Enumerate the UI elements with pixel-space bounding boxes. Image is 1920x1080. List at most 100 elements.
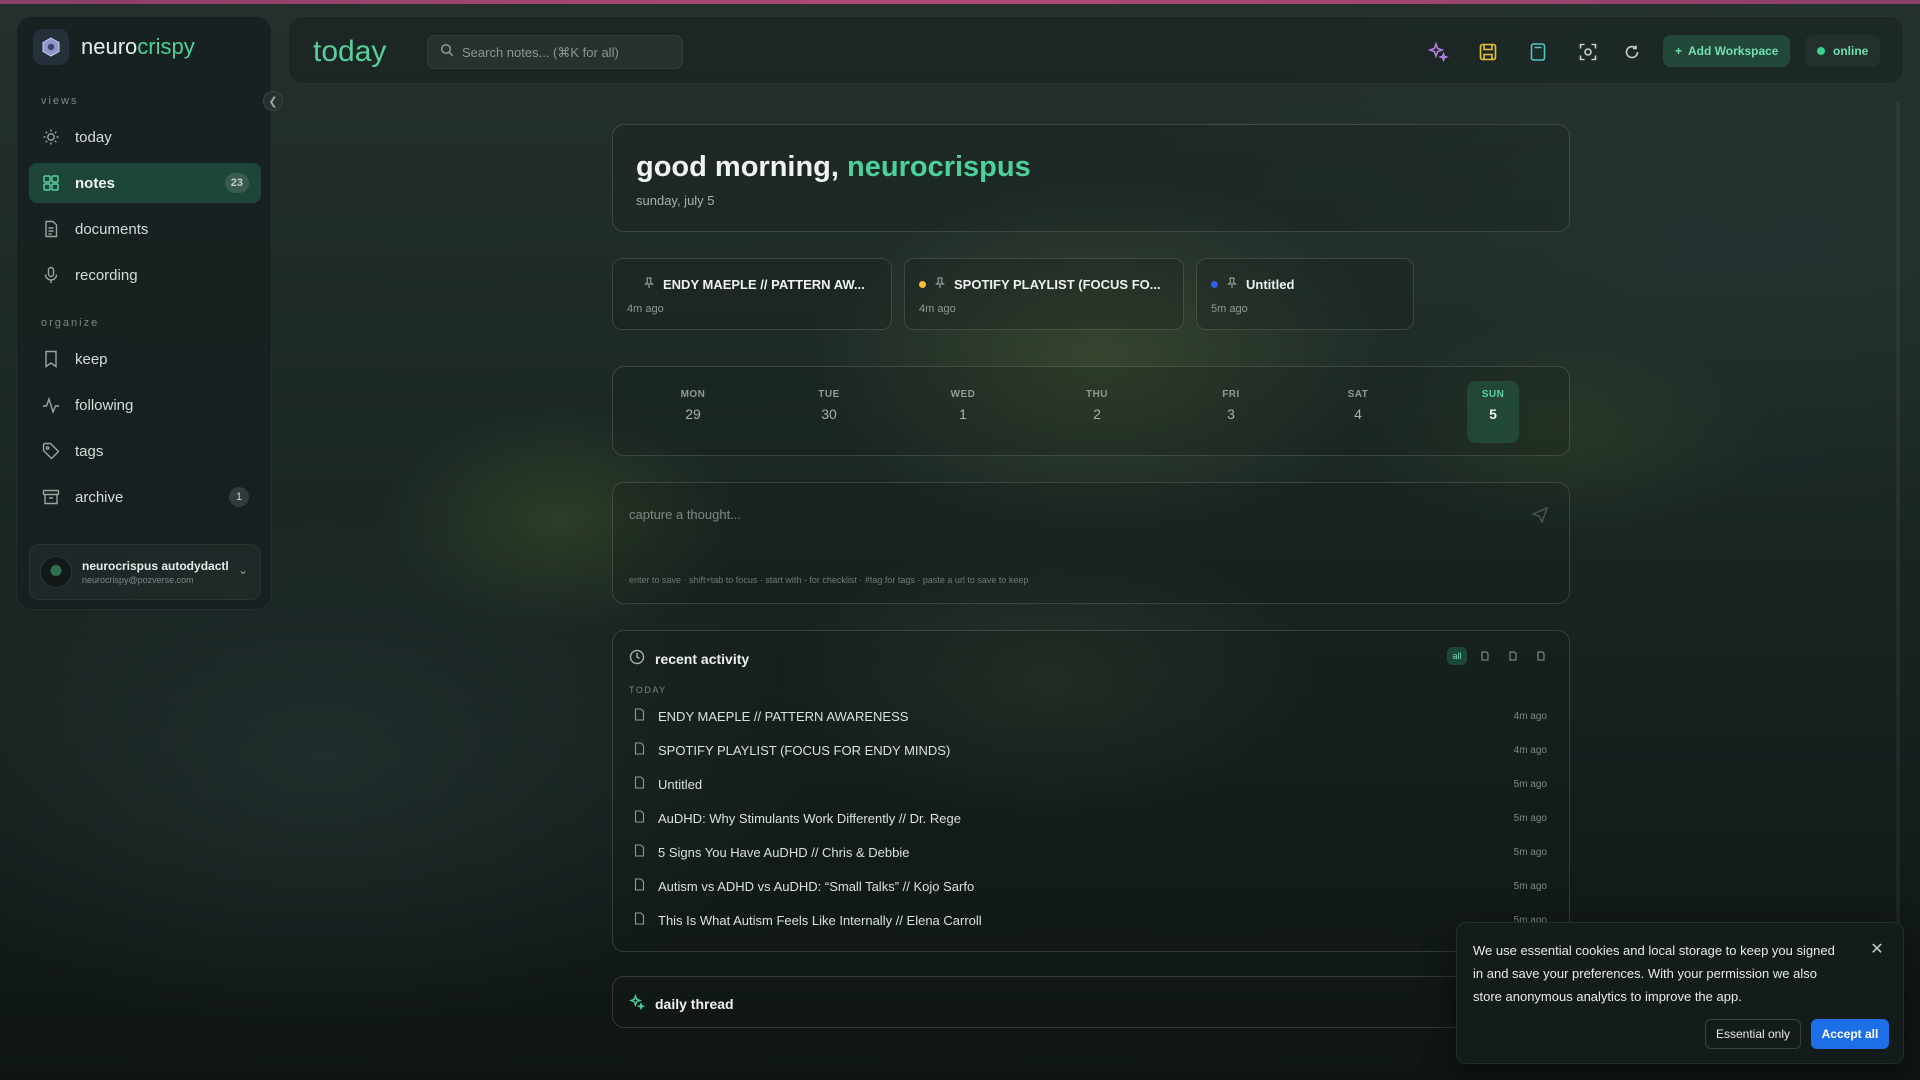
sidebar-item-label: today	[75, 128, 112, 146]
activity-item[interactable]: ENDY MAEPLE // PATTERN AWARENESS 4m ago	[633, 705, 1553, 727]
week-calendar: MON 29 TUE 30 WED 1 THU 2 FRI 3 SAT 4 SUN 5	[612, 366, 1570, 456]
notes-count-badge: 23	[224, 173, 249, 193]
search-icon	[440, 43, 454, 62]
pin-icon	[1226, 277, 1238, 292]
page-scrollbar[interactable]	[1896, 102, 1900, 1062]
status-dot-icon	[1817, 47, 1825, 55]
activity-item[interactable]: Autism vs ADHD vs AuDHD: “Small Talks” /…	[633, 875, 1553, 897]
top-accent-line	[0, 0, 1920, 4]
calculator-icon[interactable]	[1525, 39, 1551, 65]
brand-name: neurocrispy	[81, 34, 195, 59]
save-disk-icon[interactable]	[1475, 39, 1501, 65]
header: today + Add Workspace online	[288, 16, 1904, 84]
daily-thread-title: daily thread	[655, 995, 734, 1012]
day-thu[interactable]: THU 2	[1071, 389, 1123, 422]
plus-icon: +	[1675, 44, 1683, 58]
activity-item-title: SPOTIFY PLAYLIST (FOCUS FOR ENDY MINDS)	[658, 742, 951, 758]
screenshot-icon[interactable]	[1575, 39, 1601, 65]
activity-item-title: 5 Signs You Have AuDHD // Chris & Debbie	[658, 844, 910, 860]
day-tue[interactable]: TUE 30	[803, 389, 855, 422]
pinned-note-title: SPOTIFY PLAYLIST (FOCUS FO...	[954, 277, 1161, 292]
filter-all[interactable]: all	[1447, 647, 1467, 665]
activity-item-time: 4m ago	[1513, 744, 1547, 756]
chevron-down-icon: ⌄	[237, 563, 248, 577]
activity-item-time: 5m ago	[1513, 880, 1547, 892]
chevron-left-icon: ❮	[268, 95, 278, 108]
activity-item-time: 4m ago	[1513, 710, 1547, 722]
day-sun-today[interactable]: SUN 5	[1467, 381, 1519, 443]
filter-notes-icon[interactable]	[1475, 647, 1495, 665]
bookmark-icon	[41, 349, 61, 369]
clock-icon	[629, 649, 645, 668]
activity-item-title: Untitled	[658, 776, 703, 792]
color-dot-icon	[1211, 281, 1218, 288]
pinned-note-card[interactable]: ENDY MAEPLE // PATTERN AW... 4m ago	[612, 258, 892, 330]
archive-count-badge: 1	[229, 487, 249, 507]
activity-item[interactable]: This Is What Autism Feels Like Internall…	[633, 909, 1553, 931]
essential-only-button[interactable]: Essential only	[1705, 1019, 1801, 1049]
file-icon	[633, 810, 646, 826]
pinned-note-time: 5m ago	[1211, 303, 1248, 315]
sidebar-item-label: keep	[75, 350, 108, 368]
sidebar-item-keep[interactable]: keep	[29, 339, 261, 379]
cookie-message: We use essential cookies and local stora…	[1473, 943, 1835, 1004]
sidebar-item-archive[interactable]: archive 1	[29, 477, 261, 517]
user-name: neurocrispus autodydactl	[82, 559, 229, 573]
sparkles-icon[interactable]	[1425, 39, 1451, 65]
pinned-note-time: 4m ago	[919, 303, 956, 315]
capture-placeholder: capture a thought...	[629, 507, 742, 522]
activity-item-time: 5m ago	[1513, 846, 1547, 858]
user-menu[interactable]: neurocrispus autodydactl neurocrispy@poz…	[29, 544, 261, 600]
sidebar-item-today[interactable]: today	[29, 117, 261, 157]
day-sat[interactable]: SAT 4	[1332, 389, 1384, 422]
page-title: today	[313, 35, 387, 68]
activity-item[interactable]: 5 Signs You Have AuDHD // Chris & Debbie…	[633, 841, 1553, 863]
file-icon	[633, 742, 646, 758]
day-wed[interactable]: WED 1	[937, 389, 989, 422]
sidebar-item-notes[interactable]: notes 23	[29, 163, 261, 203]
activity-icon	[41, 395, 61, 415]
greeting-title: good morning, neurocrispus	[636, 151, 1031, 183]
filter-recordings-icon[interactable]	[1531, 647, 1551, 665]
views-section-label: views	[41, 95, 79, 107]
brand[interactable]: neurocrispy	[33, 29, 195, 65]
activity-item-title: ENDY MAEPLE // PATTERN AWARENESS	[658, 708, 909, 724]
send-icon[interactable]	[1531, 505, 1551, 525]
sidebar-item-tags[interactable]: tags	[29, 431, 261, 471]
sidebar-item-label: following	[75, 396, 134, 414]
filter-documents-icon[interactable]	[1503, 647, 1523, 665]
daily-thread-panel[interactable]: daily thread	[612, 976, 1570, 1028]
sidebar: neurocrispy ❮ views today notes 23 docum…	[16, 16, 283, 610]
capture-input-box[interactable]: capture a thought... enter to save · shi…	[612, 482, 1570, 604]
pinned-note-title: Untitled	[1246, 277, 1295, 292]
collapse-sidebar-button[interactable]: ❮	[263, 91, 283, 111]
activity-group-label: TODAY	[629, 685, 667, 695]
refresh-icon[interactable]	[1619, 39, 1645, 65]
sidebar-item-label: recording	[75, 266, 138, 284]
activity-item[interactable]: AuDHD: Why Stimulants Work Differently /…	[633, 807, 1553, 829]
add-workspace-button[interactable]: + Add Workspace	[1663, 35, 1791, 67]
activity-item[interactable]: Untitled 5m ago	[633, 773, 1553, 795]
day-mon[interactable]: MON 29	[667, 389, 719, 422]
pinned-note-card[interactable]: SPOTIFY PLAYLIST (FOCUS FO... 4m ago	[904, 258, 1184, 330]
search-input[interactable]	[462, 44, 682, 60]
greeting-username: neurocrispus	[847, 151, 1031, 183]
sidebar-item-documents[interactable]: documents	[29, 209, 261, 249]
status-label: online	[1833, 44, 1869, 58]
microphone-icon	[41, 265, 61, 285]
sidebar-item-recording[interactable]: recording	[29, 255, 261, 295]
greeting-date: sunday, july 5	[636, 193, 715, 208]
cookie-banner: We use essential cookies and local stora…	[1456, 922, 1904, 1064]
activity-item[interactable]: SPOTIFY PLAYLIST (FOCUS FOR ENDY MINDS) …	[633, 739, 1553, 761]
sidebar-item-label: tags	[75, 442, 104, 460]
pinned-note-card[interactable]: Untitled 5m ago	[1196, 258, 1414, 330]
file-icon	[633, 878, 646, 894]
activity-item-title: AuDHD: Why Stimulants Work Differently /…	[658, 810, 961, 826]
search-bar[interactable]	[427, 35, 683, 69]
sidebar-item-following[interactable]: following	[29, 385, 261, 425]
close-icon[interactable]: ✕	[1867, 939, 1887, 959]
accept-all-button[interactable]: Accept all	[1811, 1019, 1889, 1049]
day-fri[interactable]: FRI 3	[1205, 389, 1257, 422]
activity-item-time: 5m ago	[1513, 778, 1547, 790]
document-icon	[41, 219, 61, 239]
